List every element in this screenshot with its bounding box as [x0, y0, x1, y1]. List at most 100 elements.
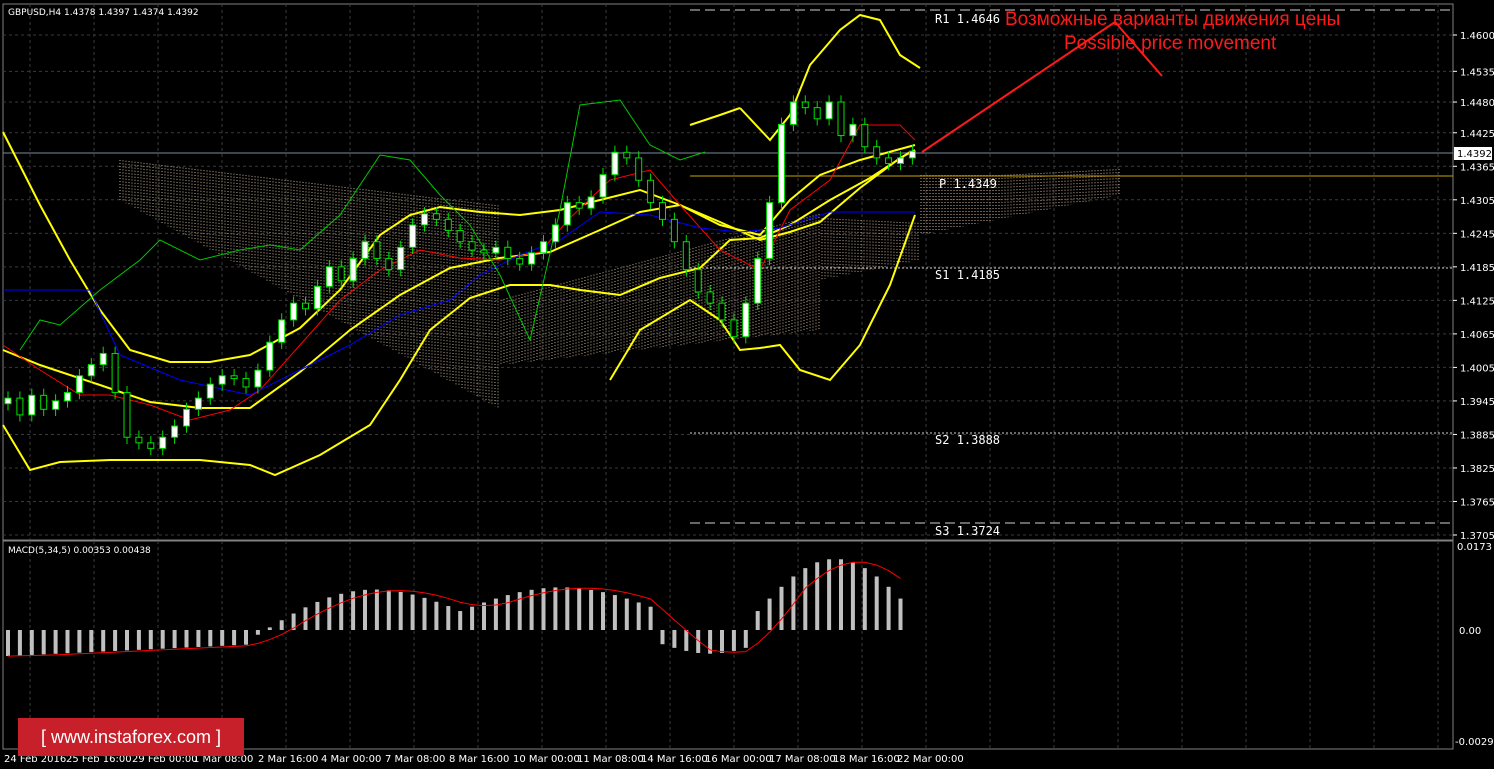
candle-body [801, 101, 809, 109]
candle-body [849, 123, 857, 137]
macd-info: MACD(5,34,5) 0.00353 0.00438 [8, 546, 151, 556]
candle-body [718, 302, 726, 321]
candle-body [147, 442, 155, 449]
macd-bar [541, 588, 546, 630]
y-tick-label: 1.4480 [1460, 98, 1494, 109]
macd-bar [160, 630, 165, 649]
y-tick-label: 1.4425 [1460, 129, 1494, 140]
macd-indicator [6, 559, 903, 657]
y-tick-label: 1.3945 [1460, 397, 1494, 408]
candle-body [290, 302, 298, 321]
candle-body [873, 146, 881, 159]
candle-body [778, 123, 785, 204]
macd-bar [624, 598, 629, 630]
macd-bar [267, 627, 272, 630]
candle-body [159, 436, 167, 449]
macd-bar [684, 630, 689, 651]
macd-bar [41, 630, 46, 655]
macd-bar [672, 630, 677, 648]
x-tick-label: 10 Mar 00:00 [513, 754, 580, 765]
y-tick-label: 1.3825 [1460, 464, 1494, 475]
macd-bar [101, 630, 106, 652]
candle-body [742, 302, 750, 338]
macd-bar [422, 597, 427, 630]
candle-body [432, 213, 440, 220]
candle-body [599, 174, 607, 198]
instaforex-watermark[interactable]: [ www.instaforex.com ] [18, 718, 244, 756]
y-tick-label: 1.3885 [1460, 430, 1494, 441]
macd-bar [89, 630, 94, 653]
macd-bar [196, 630, 201, 647]
candle-body [694, 269, 702, 293]
candle-body [385, 257, 393, 271]
macd-bar [65, 630, 70, 654]
macd-zero-tick: 0.00 [1459, 626, 1481, 637]
pivot-s1-label: S1 1.4185 [935, 268, 1000, 282]
candle-body [373, 241, 381, 259]
macd-max-tick: 0.0173 [1457, 542, 1492, 553]
macd-bar [612, 595, 617, 630]
macd-bar [505, 595, 510, 630]
macd-bar [303, 607, 308, 630]
macd-bar [517, 592, 522, 630]
candle-body [587, 196, 595, 209]
candle-body [540, 241, 547, 254]
macd-min-tick: -0.00292 [1455, 737, 1494, 748]
macd-bar [767, 598, 772, 630]
macd-bar [553, 587, 558, 630]
candle-body [706, 291, 714, 304]
macd-bar [648, 606, 653, 630]
macd-bar [77, 630, 82, 653]
candle-body [551, 224, 559, 243]
candle-body [64, 392, 71, 402]
candle-body [730, 319, 738, 338]
candle-body [575, 202, 583, 209]
macd-bar [886, 586, 891, 630]
candle-body [563, 202, 571, 226]
candle-body [670, 218, 678, 243]
macd-bar [755, 611, 760, 630]
macd-bar [446, 606, 451, 630]
x-tick-label: 22 Mar 00:00 [897, 754, 964, 765]
x-tick-label: 16 Mar 00:00 [705, 754, 772, 765]
macd-bar [279, 620, 284, 630]
candle-body [123, 392, 131, 438]
macd-bar [743, 630, 748, 648]
candle-body [908, 150, 916, 159]
macd-bar [601, 592, 605, 630]
candle-body [325, 266, 333, 287]
candle-body [789, 101, 797, 125]
macd-bar [470, 606, 475, 630]
macd-bar [374, 589, 379, 630]
x-tick-label: 2 Mar 16:00 [258, 754, 318, 765]
macd-bar [874, 576, 879, 630]
pivot-s2-label: S2 1.3888 [935, 433, 1000, 447]
candle-body [135, 436, 143, 444]
candle-body [659, 202, 666, 220]
macd-bar [482, 602, 486, 630]
candle-body [99, 352, 107, 366]
candle-body [75, 375, 83, 394]
candle-body [28, 394, 36, 416]
candle-body [409, 224, 417, 248]
candle-body [183, 408, 190, 427]
candle-body [468, 241, 476, 251]
candle-body [242, 378, 250, 388]
x-tick-label: 4 Mar 00:00 [321, 754, 381, 765]
pivot-p-label: P 1.4349 [939, 177, 997, 191]
macd-bar [398, 591, 403, 630]
candle-body [861, 123, 869, 148]
macd-signal-line [7, 561, 901, 657]
macd-bar [351, 591, 356, 630]
macd-bar [458, 611, 463, 630]
candle-body [266, 341, 274, 371]
macd-bar [220, 630, 225, 646]
macd-bar [636, 602, 641, 630]
candle-body [897, 157, 904, 164]
macd-bar [17, 630, 22, 656]
macd-bar [208, 630, 213, 647]
macd-bar [386, 590, 391, 630]
candle-body [337, 266, 345, 282]
candle-body [528, 252, 536, 265]
macd-bar [255, 630, 260, 635]
